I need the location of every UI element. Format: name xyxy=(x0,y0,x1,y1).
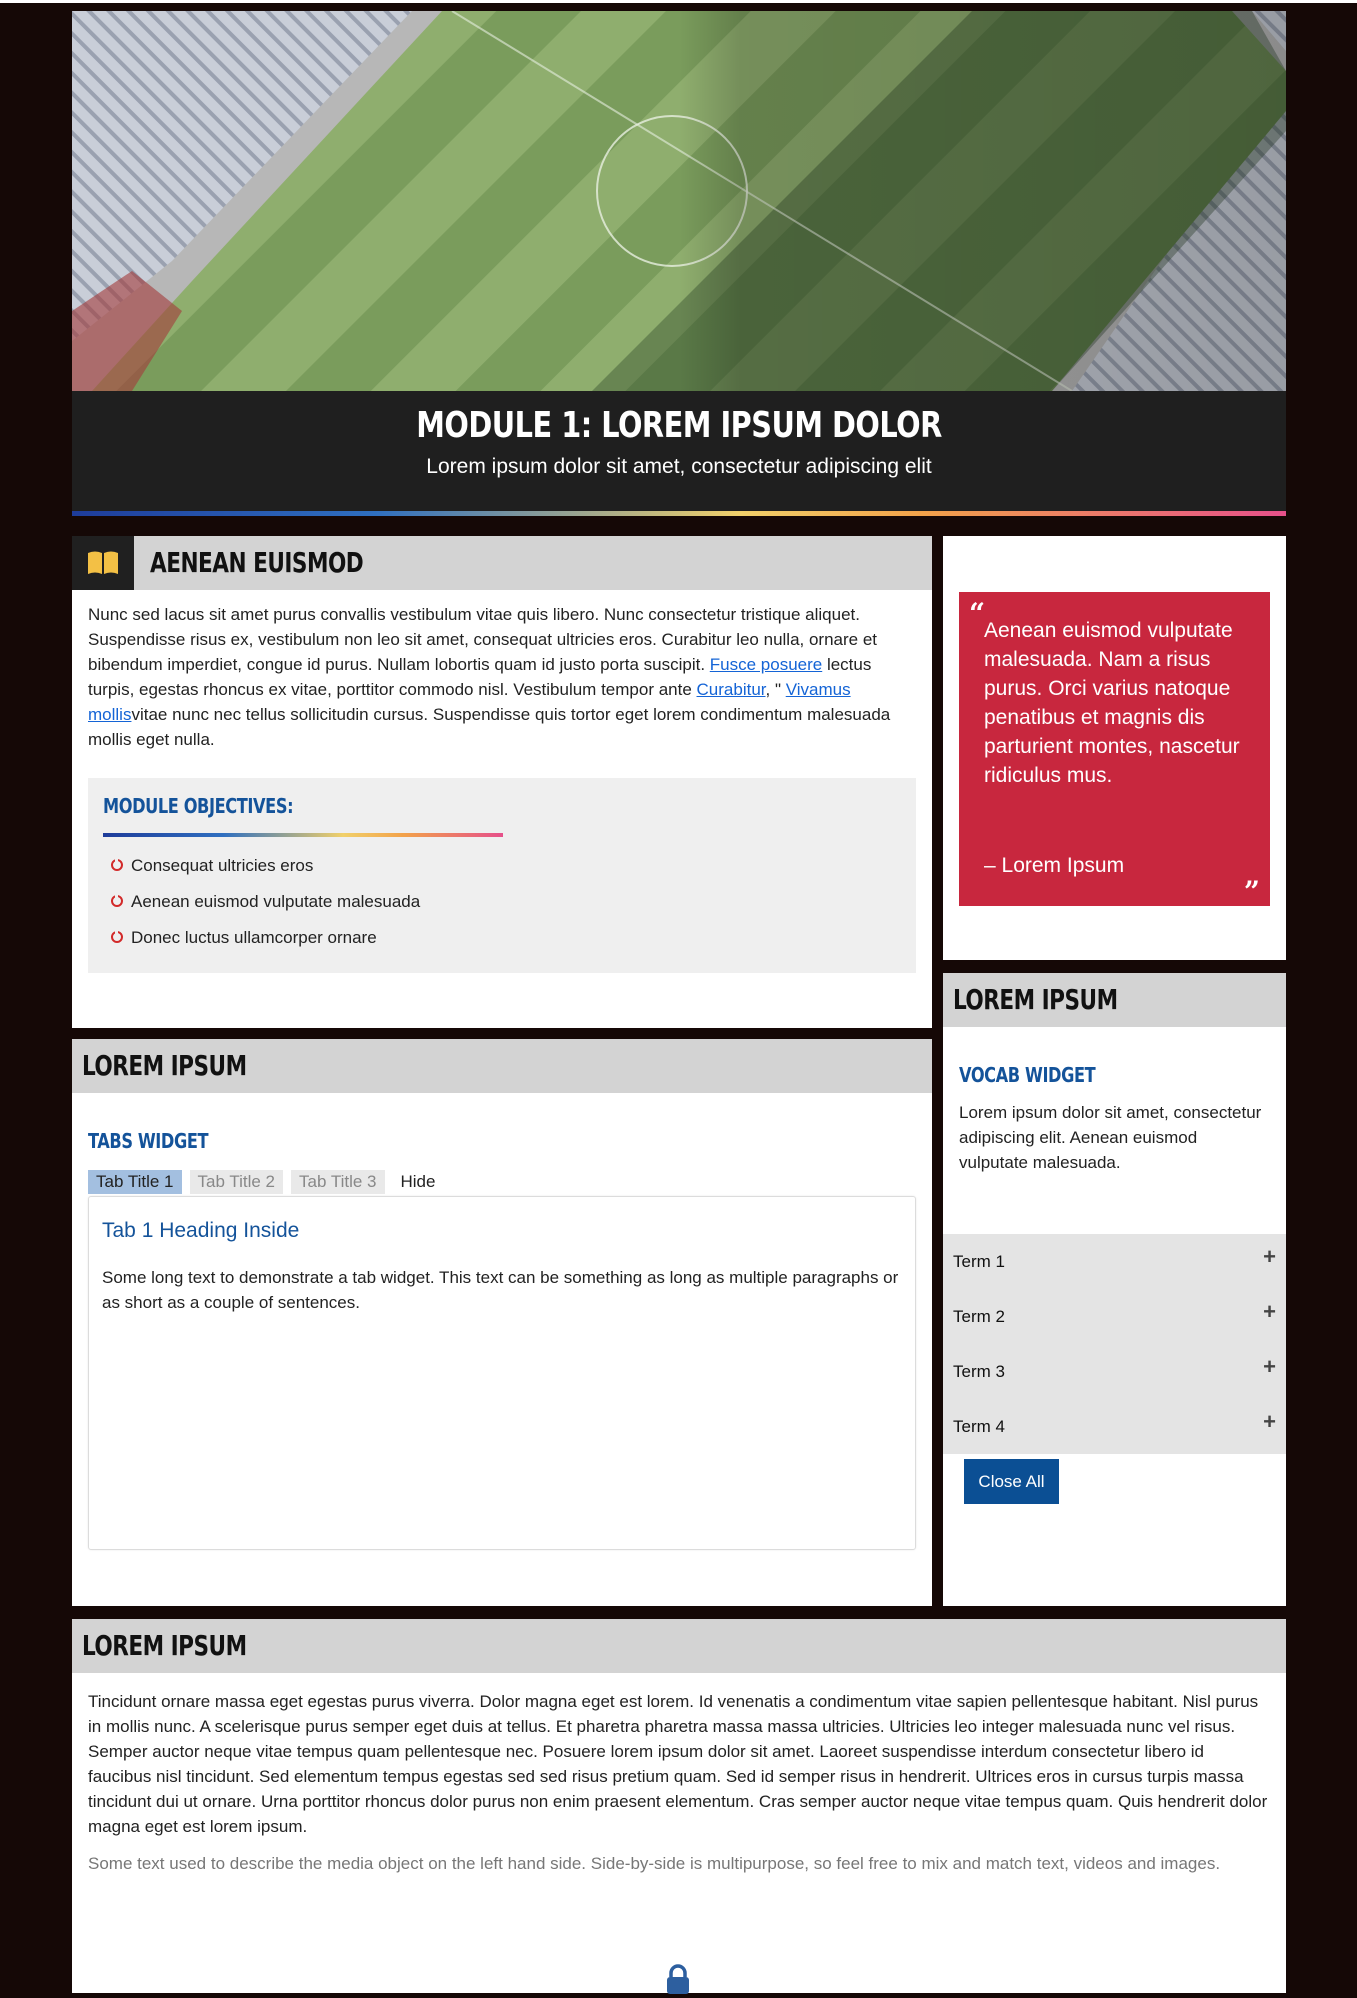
tab-bar: Tab Title 1 Tab Title 2 Tab Title 3 Hide xyxy=(88,1170,916,1194)
objectives-divider xyxy=(103,833,503,837)
term-label: Term 1 xyxy=(953,1251,1005,1271)
quote-text: Aenean euismod vulputate malesuada. Nam … xyxy=(984,619,1240,787)
tab-title-1[interactable]: Tab Title 1 xyxy=(88,1170,182,1194)
intro-text-4: vitae nunc nec tellus sollicitudin cursu… xyxy=(88,705,891,749)
bottom-card-title: LOREM IPSUM xyxy=(82,1629,247,1663)
intro-card-body: Nunc sed lacus sit amet purus convallis … xyxy=(72,590,932,985)
power-icon xyxy=(111,856,123,871)
link-curabitur[interactable]: Curabitur xyxy=(697,680,766,699)
tabs-card: LOREM IPSUM TABS WIDGET Tab Title 1 Tab … xyxy=(72,1039,932,1606)
vocab-widget-title: VOCAB WIDGET xyxy=(959,1063,1096,1088)
quote-box: “ Aenean euismod vulputate malesuada. Na… xyxy=(959,592,1270,906)
objective-text: Aenean euismod vulputate malesuada xyxy=(131,891,421,911)
intro-card-header: AENEAN EUISMOD xyxy=(72,536,932,590)
plus-icon[interactable]: + xyxy=(1263,1354,1276,1380)
intro-card: AENEAN EUISMOD Nunc sed lacus sit amet p… xyxy=(72,536,932,1028)
objective-text: Consequat ultricies eros xyxy=(131,855,314,875)
objective-item: Aenean euismod vulputate malesuada xyxy=(103,883,901,919)
plus-icon[interactable]: + xyxy=(1263,1409,1276,1435)
objectives-title: MODULE OBJECTIVES: xyxy=(103,794,294,819)
bottom-card: LOREM IPSUM Tincidunt ornare massa eget … xyxy=(72,1619,1286,1994)
vocab-widget: VOCAB WIDGET Lorem ipsum dolor sit amet,… xyxy=(943,1027,1286,1175)
term-label: Term 4 xyxy=(953,1416,1005,1436)
vocab-card-title: LOREM IPSUM xyxy=(953,983,1118,1017)
book-open-icon xyxy=(72,536,134,590)
tab-panel-text: Some long text to demonstrate a tab widg… xyxy=(102,1268,899,1312)
hide-tabs-button[interactable]: Hide xyxy=(393,1170,444,1194)
power-icon xyxy=(111,928,123,943)
vocab-description: Lorem ipsum dolor sit amet, consectetur … xyxy=(959,1103,1262,1172)
plus-icon[interactable]: + xyxy=(1263,1244,1276,1270)
link-fusce-posuere[interactable]: Fusce posuere xyxy=(710,655,822,674)
accordion-term-1[interactable]: Term 1 + xyxy=(943,1234,1286,1289)
vocab-card-header: LOREM IPSUM xyxy=(943,973,1286,1027)
intro-card-title: AENEAN EUISMOD xyxy=(150,546,364,580)
hero-image xyxy=(72,11,1286,391)
hero-banner: MODULE 1: LOREM IPSUM DOLOR Lorem ipsum … xyxy=(72,391,1286,511)
bottom-paragraph: Tincidunt ornare massa eget egestas puru… xyxy=(88,1692,1268,1836)
media-description: Some text used to describe the media obj… xyxy=(88,1854,1221,1873)
intro-text-3: , " xyxy=(765,680,786,699)
module-objectives-box: MODULE OBJECTIVES: Consequat ultricies e… xyxy=(88,778,916,973)
quote-author: – Lorem Ipsum xyxy=(984,854,1125,877)
tabs-widget: TABS WIDGET Tab Title 1 Tab Title 2 Tab … xyxy=(72,1093,932,1550)
tabs-card-title: LOREM IPSUM xyxy=(82,1049,247,1083)
page-title: MODULE 1: LOREM IPSUM DOLOR xyxy=(416,403,942,446)
top-border xyxy=(0,0,1357,3)
term-label: Term 3 xyxy=(953,1361,1005,1381)
objectives-list: Consequat ultricies eros Aenean euismod … xyxy=(103,847,901,955)
term-label: Term 2 xyxy=(953,1306,1005,1326)
accordion-term-4[interactable]: Term 4 + xyxy=(943,1399,1286,1454)
rainbow-divider xyxy=(72,511,1286,516)
close-all-button[interactable]: Close All xyxy=(964,1459,1059,1504)
accordion-term-2[interactable]: Term 2 + xyxy=(943,1289,1286,1344)
intro-paragraph: Nunc sed lacus sit amet purus convallis … xyxy=(88,602,916,752)
objective-item: Donec luctus ullamcorper ornare xyxy=(103,919,901,955)
tab-title-3[interactable]: Tab Title 3 xyxy=(291,1170,385,1194)
tabs-widget-title: TABS WIDGET xyxy=(88,1129,209,1154)
tab-panel: Tab 1 Heading Inside Some long text to d… xyxy=(88,1196,916,1550)
bottom-card-body: Tincidunt ornare massa eget egestas puru… xyxy=(72,1673,1286,1876)
vocab-accordion: Term 1 + Term 2 + Term 3 + Term 4 + xyxy=(943,1234,1286,1454)
tab-panel-heading: Tab 1 Heading Inside xyxy=(102,1219,300,1242)
tab-title-2[interactable]: Tab Title 2 xyxy=(189,1170,283,1194)
power-icon xyxy=(111,892,123,907)
plus-icon[interactable]: + xyxy=(1263,1299,1276,1325)
open-quote-icon: “ xyxy=(969,597,986,630)
close-quote-icon: ” xyxy=(1243,875,1260,908)
objective-item: Consequat ultricies eros xyxy=(103,847,901,883)
page-subtitle: Lorem ipsum dolor sit amet, consectetur … xyxy=(426,455,932,478)
tabs-card-header: LOREM IPSUM xyxy=(72,1039,932,1093)
objective-text: Donec luctus ullamcorper ornare xyxy=(131,927,377,947)
bottom-card-header: LOREM IPSUM xyxy=(72,1619,1286,1673)
accordion-term-3[interactable]: Term 3 + xyxy=(943,1344,1286,1399)
vocab-card: LOREM IPSUM VOCAB WIDGET Lorem ipsum dol… xyxy=(943,973,1286,1606)
